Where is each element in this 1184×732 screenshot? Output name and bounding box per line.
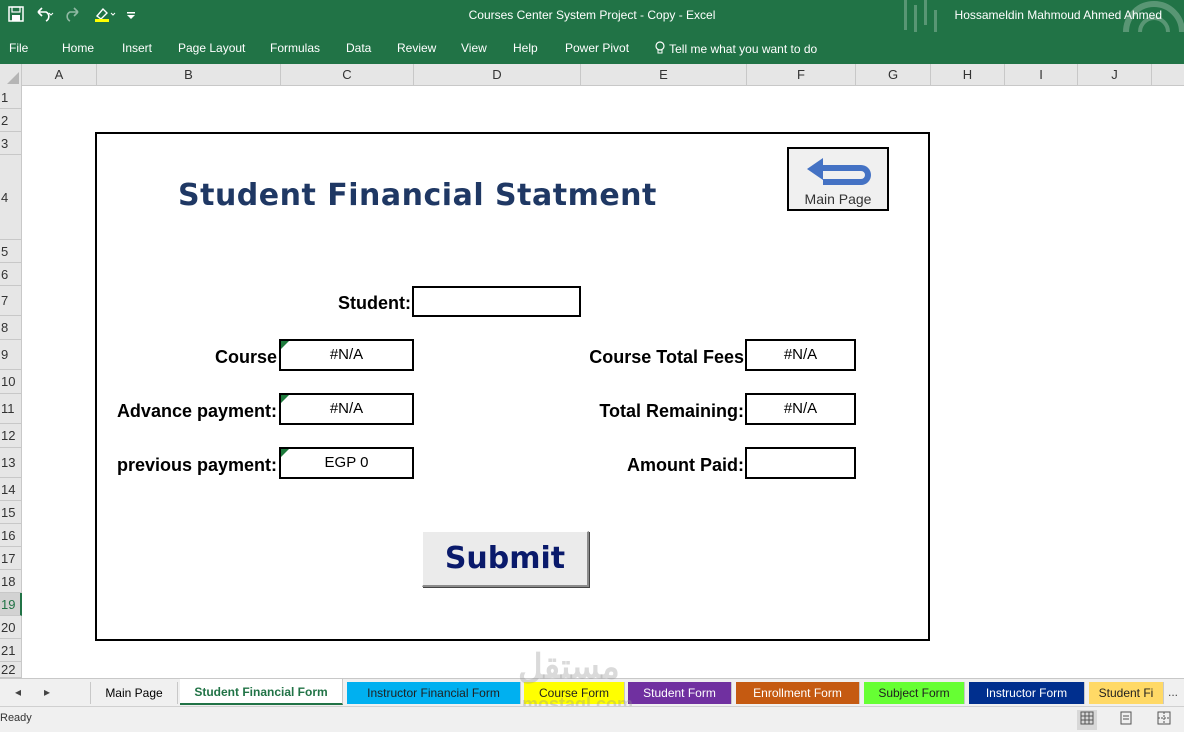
select-all-corner[interactable] (0, 64, 22, 86)
sheet-tab-main-page[interactable]: Main Page (90, 682, 178, 704)
form-title: Student Financial Statment (178, 178, 657, 213)
row-header[interactable]: 7 (0, 286, 22, 316)
page-break-view-icon[interactable] (1154, 710, 1174, 730)
amount-paid-label: Amount Paid: (627, 455, 744, 475)
tab-page-layout[interactable]: Page Layout (178, 41, 245, 55)
column-header[interactable]: A (22, 64, 97, 86)
row-header[interactable]: 20 (0, 616, 22, 639)
column-header[interactable]: D (414, 64, 581, 86)
column-header[interactable]: I (1005, 64, 1078, 86)
total-remaining-label: Total Remaining: (599, 401, 744, 421)
row-header[interactable]: 22 (0, 662, 22, 678)
column-header[interactable]: E (581, 64, 747, 86)
submit-button[interactable]: Submit (422, 531, 589, 587)
row-header[interactable]: 15 (0, 501, 22, 524)
main-page-button[interactable]: Main Page (787, 147, 889, 211)
page-layout-view-icon[interactable] (1116, 710, 1136, 730)
row-header[interactable]: 16 (0, 524, 22, 547)
tab-data[interactable]: Data (346, 41, 371, 55)
row-header[interactable]: 17 (0, 547, 22, 570)
course-total-fees-field[interactable]: #N/A (745, 339, 856, 371)
more-tabs-icon[interactable]: ... (1168, 685, 1178, 699)
status-bar: Ready (0, 706, 1184, 732)
tab-help[interactable]: Help (513, 41, 538, 55)
row-header[interactable]: 5 (0, 240, 22, 263)
row-header[interactable]: 9 (0, 340, 22, 370)
lightbulb-icon (654, 41, 669, 56)
tab-scroll-right-icon[interactable]: ▸ (44, 685, 50, 699)
total-remaining-field[interactable]: #N/A (745, 393, 856, 425)
column-header[interactable]: G (856, 64, 931, 86)
sheet-tab-subject-form[interactable]: Subject Form (864, 682, 965, 704)
main-page-button-label: Main Page (804, 191, 872, 207)
row-header[interactable]: 13 (0, 448, 22, 478)
sheet-tab-instructor-form[interactable]: Instructor Form (969, 682, 1085, 704)
column-header[interactable]: C (281, 64, 414, 86)
sheet-tab-student-form[interactable]: Student Form (628, 682, 732, 704)
row-header[interactable]: 18 (0, 570, 22, 593)
tab-insert[interactable]: Insert (122, 41, 152, 55)
column-header[interactable]: F (747, 64, 856, 86)
tab-view[interactable]: View (461, 41, 487, 55)
row-header[interactable]: 11 (0, 394, 22, 424)
advance-payment-label: Advance payment: (116, 401, 277, 421)
previous-payment-label: previous payment: (116, 455, 277, 475)
row-header[interactable]: 14 (0, 478, 22, 501)
course-field[interactable]: #N/A (279, 339, 414, 371)
sheet-tab-enrollment-form[interactable]: Enrollment Form (736, 682, 860, 704)
row-headers: 1 2 3 4 5 6 7 8 9 10 11 12 13 14 15 16 1… (0, 86, 22, 678)
row-header[interactable]: 6 (0, 263, 22, 286)
status-text: Ready (0, 712, 32, 724)
column-header[interactable]: J (1078, 64, 1152, 86)
tab-power-pivot[interactable]: Power Pivot (565, 41, 629, 55)
advance-payment-field[interactable]: #N/A (279, 393, 414, 425)
row-header[interactable]: 10 (0, 370, 22, 394)
row-header[interactable]: 2 (0, 109, 22, 132)
column-header[interactable]: H (931, 64, 1005, 86)
row-header[interactable]: 4 (0, 155, 22, 240)
column-headers: A B C D E F G H I J (0, 64, 1184, 86)
watermark-logo: مستقل (518, 648, 620, 686)
row-header[interactable]: 12 (0, 424, 22, 448)
tab-scroll-left-icon[interactable]: ◂ (15, 685, 21, 699)
back-arrow-icon (799, 155, 879, 191)
course-total-fees-label: Course Total Fees (589, 347, 744, 367)
column-header[interactable]: B (97, 64, 281, 86)
tab-review[interactable]: Review (397, 41, 436, 55)
row-header[interactable]: 21 (0, 639, 22, 662)
tab-file[interactable]: File (9, 41, 28, 55)
sheet-tab-student-fi[interactable]: Student Fi (1089, 682, 1164, 704)
normal-view-icon[interactable] (1077, 710, 1097, 730)
amount-paid-input[interactable] (745, 447, 856, 479)
student-label: Student: (338, 293, 411, 313)
course-label: Course (214, 347, 277, 367)
sheet-tab-instructor-financial-form[interactable]: Instructor Financial Form (347, 682, 521, 704)
ribbon-tabs: File Home Insert Page Layout Formulas Da… (0, 32, 1184, 64)
previous-payment-field[interactable]: EGP 0 (279, 447, 414, 479)
student-dropdown[interactable] (412, 286, 581, 317)
row-header[interactable]: 3 (0, 132, 22, 155)
row-header[interactable]: 1 (0, 86, 22, 109)
row-header[interactable]: 8 (0, 316, 22, 340)
sheet-tab-student-financial-form[interactable]: Student Financial Form (180, 679, 343, 705)
tell-me-search[interactable]: Tell me what you want to do (654, 41, 817, 56)
tab-home[interactable]: Home (62, 41, 94, 55)
tab-formulas[interactable]: Formulas (270, 41, 320, 55)
row-header-selected[interactable]: 19 (0, 593, 22, 616)
tell-me-label: Tell me what you want to do (669, 42, 818, 56)
